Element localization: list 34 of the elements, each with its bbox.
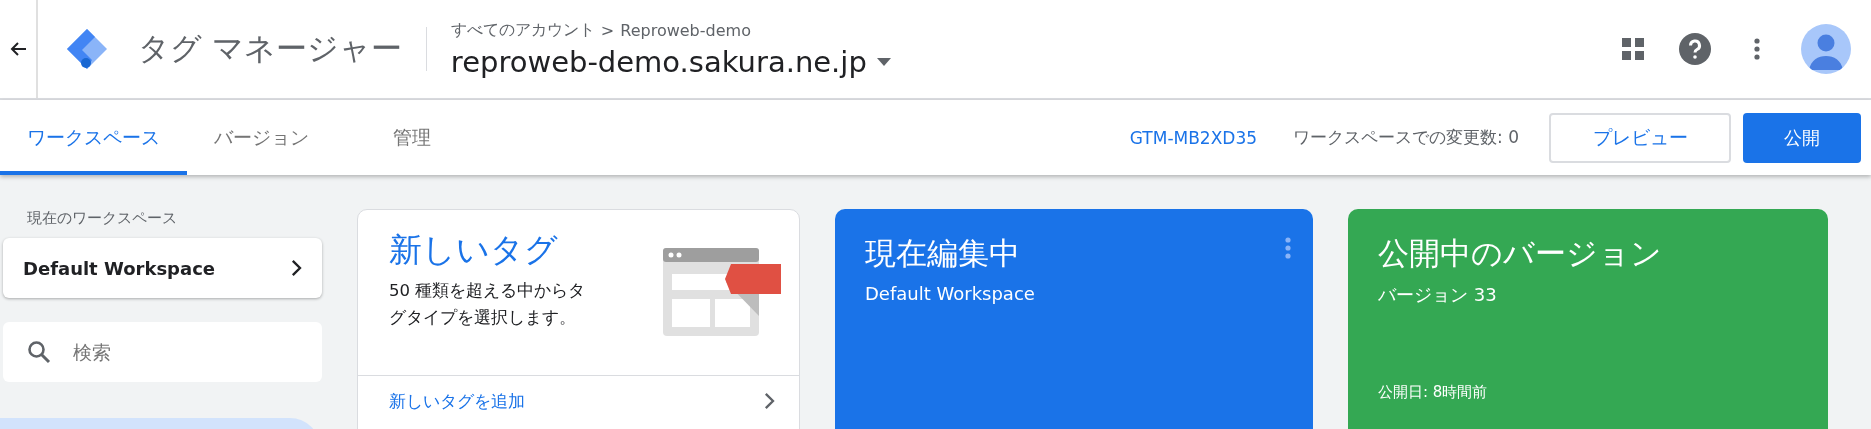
back-arrow-icon[interactable] [9,41,27,57]
nav-tab[interactable]: バージョン [187,100,336,175]
workspace-selector[interactable]: Default Workspace [3,238,322,298]
workspace-card[interactable]: 現在編集中 Default Workspace [835,209,1313,429]
nav-tab[interactable]: ワークスペース [0,100,187,175]
publish-date: 公開日: 8時間前 [1378,383,1489,402]
card-title: 公開中のバージョン [1378,234,1663,273]
publish-button[interactable]: 公開 [1743,112,1861,163]
chevron-right-icon [764,392,775,410]
app-title: タグ マネージャー [138,29,402,68]
card-subtitle: バージョン 33 [1378,283,1498,307]
add-tag-link[interactable]: 新しいタグを追加 [358,376,799,426]
help-icon[interactable] [1679,33,1711,65]
preview-button[interactable]: プレビュー [1549,112,1731,163]
apps-grid-icon[interactable] [1622,38,1644,60]
avatar-icon[interactable] [1801,24,1851,74]
search-field[interactable]: 検索 [3,322,322,382]
more-icon[interactable] [1754,38,1760,60]
card-title: 新しいタグ [389,229,559,271]
breadcrumb-separator: > [600,20,615,40]
workspace-changes: ワークスペースでの変更数: 0 [1293,126,1519,149]
breadcrumb-link[interactable]: すべてのアカウント [450,19,595,41]
chevron-right-icon [291,259,302,277]
section-label: 現在のワークスペース [27,209,178,228]
breadcrumb-link[interactable]: Reproweb-demo [620,20,751,40]
search-icon [27,340,51,364]
card-description: 50 種類を超える中からタグタイプを選択します。 [389,280,587,329]
nav-tab[interactable]: 管理 [366,100,458,175]
card-title: 現在編集中 [865,234,1021,273]
dropdown-caret-icon [876,57,891,66]
card-subtitle: Default Workspace [865,283,1036,304]
container-id: GTM-MB2XD35 [1129,127,1258,148]
version-card[interactable]: 公開中のバージョン バージョン 33 公開日: 8時間前 [1348,209,1828,429]
container-selector[interactable]: reproweb-demo.sakura.ne.jp [450,44,891,79]
